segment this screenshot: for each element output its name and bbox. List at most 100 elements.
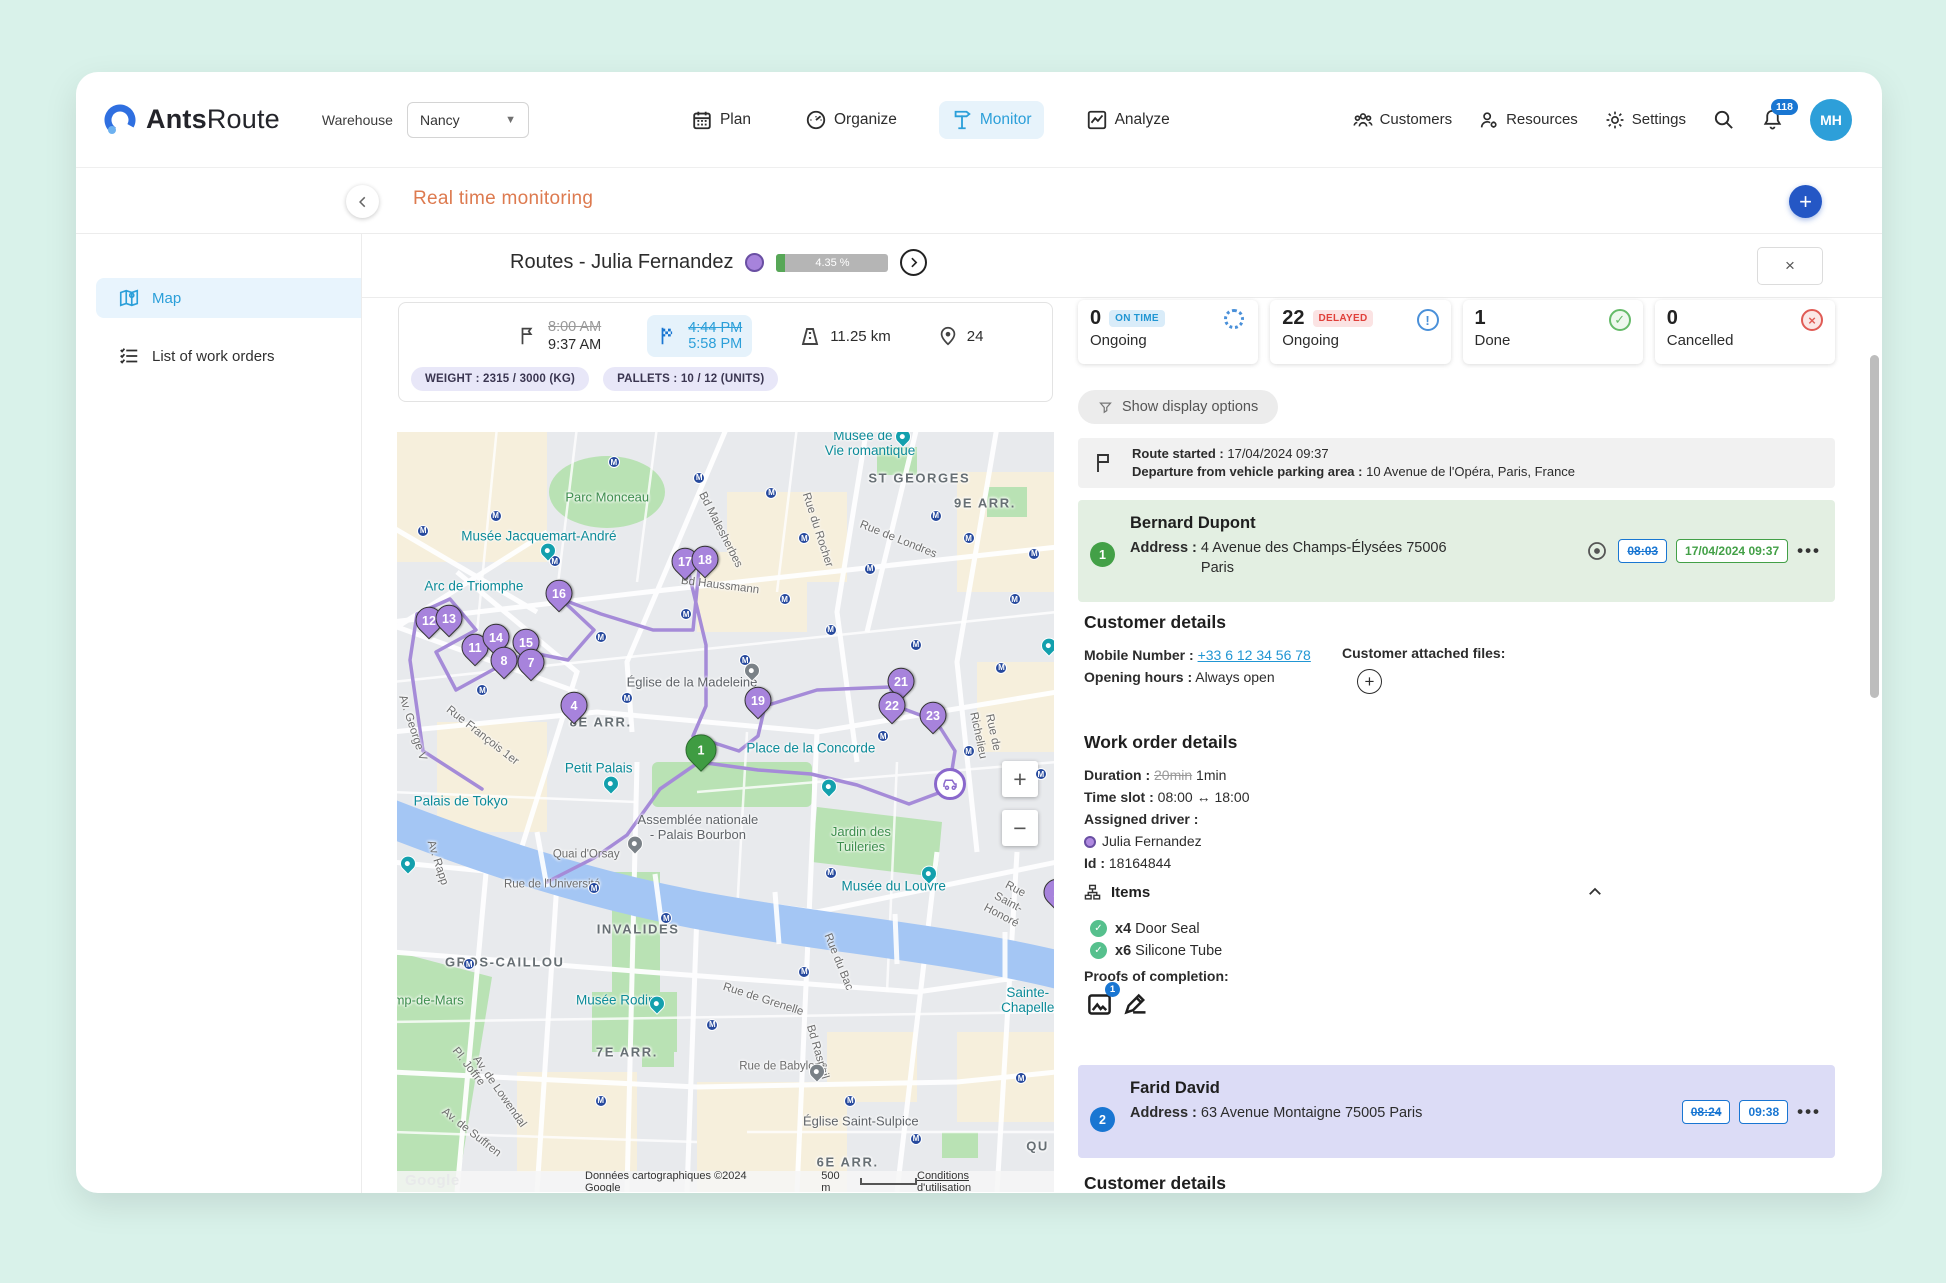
- item-row: ✓ x4 Door Seal: [1090, 920, 1200, 937]
- metro-icon: M: [463, 958, 475, 970]
- metro-icon: M: [963, 745, 975, 757]
- item-row: ✓ x6 Silicone Tube: [1090, 942, 1222, 959]
- map-canvas[interactable]: + − Google Données cartographiques ©2024…: [397, 432, 1054, 1192]
- start-planned: 8:00 AM: [548, 319, 601, 335]
- route-started-label: Route started :: [1132, 446, 1224, 461]
- cancel-circle-icon: ×: [1801, 309, 1825, 333]
- stop-menu-button[interactable]: •••: [1797, 1102, 1821, 1122]
- metro-icon: M: [1028, 548, 1040, 560]
- photo-count-badge: 1: [1105, 982, 1120, 997]
- signature-proof-button[interactable]: [1123, 991, 1150, 1018]
- back-button[interactable]: [346, 185, 379, 218]
- metro-icon: M: [864, 563, 876, 575]
- tab-analyze[interactable]: Analyze: [1074, 101, 1182, 139]
- map-terms-link[interactable]: Conditions d'utilisation: [917, 1170, 1024, 1193]
- zoom-in-button[interactable]: +: [1002, 761, 1038, 797]
- end-planned: 4:44 PM: [688, 320, 742, 336]
- metro-icon: M: [825, 624, 837, 636]
- antsroute-logo[interactable]: AntsRoute: [102, 102, 280, 138]
- search-button[interactable]: [1712, 108, 1735, 131]
- metro-icon: M: [595, 631, 607, 643]
- metro-icon: M: [706, 1019, 718, 1031]
- stop-address: 63 Avenue Montaigne 75005 Paris: [1201, 1103, 1422, 1123]
- stop-card-farid-david[interactable]: 2 Farid David Address : 63 Avenue Montai…: [1078, 1065, 1835, 1158]
- vehicle-marker[interactable]: [934, 768, 966, 800]
- metro-icon: M: [825, 867, 837, 879]
- start-times: 8:00 AM9:37 AM: [517, 318, 601, 354]
- panel-scrollbar[interactable]: [1870, 355, 1879, 698]
- stop-card-bernard-dupont[interactable]: 1 Bernard Dupont Address : 4 Avenue des …: [1078, 500, 1835, 602]
- signature-icon: [1123, 991, 1150, 1018]
- status-card-done[interactable]: 1 Done ✓: [1463, 300, 1643, 364]
- close-panel-button[interactable]: ×: [1757, 247, 1823, 285]
- collapse-items-button[interactable]: [1586, 883, 1604, 901]
- planned-time-badge: 08:24: [1682, 1100, 1731, 1124]
- assigned-driver-row: Julia Fernandez: [1084, 833, 1202, 849]
- metro-icon: M: [1015, 1072, 1027, 1084]
- stops-stat: 24: [937, 325, 984, 347]
- search-icon: [1712, 108, 1735, 131]
- tab-monitor[interactable]: Monitor: [939, 101, 1044, 139]
- tab-plan[interactable]: Plan: [679, 101, 763, 139]
- top-bar: AntsRoute Warehouse Nancy ▼ Plan Organiz…: [76, 72, 1882, 168]
- finish-flag-icon: [657, 325, 679, 347]
- nav-resources[interactable]: Resources: [1478, 109, 1578, 131]
- route-started-box: Route started : 17/04/2024 09:37 Departu…: [1078, 438, 1835, 488]
- departure-label: Departure from vehicle parking area :: [1132, 464, 1362, 479]
- chevron-right-icon: [907, 256, 920, 269]
- zoom-out-button[interactable]: −: [1002, 810, 1038, 846]
- checklist-icon: [118, 345, 140, 367]
- actual-time-badge: 17/04/2024 09:37: [1676, 539, 1788, 563]
- gauge-icon: [805, 109, 827, 131]
- map-scale-bar: [860, 1178, 917, 1185]
- work-order-heading: Work order details: [1084, 732, 1237, 753]
- target-icon[interactable]: [1585, 539, 1609, 563]
- status-card-ontime[interactable]: 0ON TIME Ongoing: [1078, 300, 1258, 364]
- departure-value: 10 Avenue de l'Opéra, Paris, France: [1366, 464, 1575, 479]
- utility-nav: Customers Resources Settings 118 MH: [1352, 99, 1852, 141]
- map-attribution: Données cartographiques ©2024 Google: [585, 1170, 781, 1193]
- eta-time-badge: 09:38: [1739, 1100, 1788, 1124]
- map-scale-label: 500 m: [821, 1170, 851, 1193]
- metro-icon: M: [595, 1095, 607, 1107]
- stop-number-badge: 1: [1090, 542, 1115, 567]
- chart-icon: [1086, 109, 1108, 131]
- mobile-number-row: Mobile Number : +33 6 12 34 56 78: [1084, 647, 1311, 663]
- next-route-button[interactable]: [900, 249, 927, 276]
- tab-organize[interactable]: Organize: [793, 101, 909, 139]
- notifications-button[interactable]: 118: [1761, 108, 1784, 131]
- metro-icon: M: [798, 966, 810, 978]
- status-card-cancelled[interactable]: 0 Cancelled ×: [1655, 300, 1835, 364]
- nav-settings[interactable]: Settings: [1604, 109, 1686, 131]
- customer-details-heading: Customer details: [1084, 612, 1226, 633]
- customer-details-heading-2: Customer details: [1084, 1173, 1226, 1193]
- metro-icon: M: [621, 692, 633, 704]
- distance-stat: 11.25 km: [798, 324, 891, 348]
- logo-icon: [102, 102, 138, 138]
- chevron-up-icon: [1586, 883, 1604, 901]
- metro-icon: M: [1009, 593, 1021, 605]
- add-file-button[interactable]: +: [1357, 669, 1382, 694]
- warehouse-select[interactable]: Nancy ▼: [407, 102, 529, 138]
- info-icon: !: [1417, 309, 1441, 333]
- stop-number-badge: 2: [1090, 1107, 1115, 1132]
- weight-badge: WEIGHT : 2315 / 3000 (KG): [411, 367, 589, 391]
- metro-icon: M: [680, 608, 692, 620]
- stop-menu-button[interactable]: •••: [1797, 541, 1821, 561]
- sidebar-item-map[interactable]: Map: [96, 278, 361, 318]
- status-card-delayed[interactable]: 22DELAYED Ongoing !: [1270, 300, 1450, 364]
- route-summary-card: 8:00 AM9:37 AM 4:44 PM5:58 PM 11.25 km: [398, 302, 1053, 402]
- avatar[interactable]: MH: [1810, 99, 1852, 141]
- proofs-label: Proofs of completion:: [1084, 968, 1229, 984]
- mobile-number-link[interactable]: +33 6 12 34 56 78: [1198, 647, 1311, 663]
- sidebar-item-work-orders[interactable]: List of work orders: [96, 336, 361, 376]
- add-button[interactable]: +: [1789, 185, 1822, 218]
- show-display-options-button[interactable]: Show display options: [1078, 390, 1278, 424]
- photo-proof-button[interactable]: 1: [1086, 991, 1113, 1018]
- main-nav: Plan Organize Monitor Analyze: [679, 101, 1182, 139]
- chevron-down-icon: ▼: [505, 114, 516, 126]
- flag-icon: [1092, 451, 1116, 475]
- sub-header: Real time monitoring +: [76, 168, 1882, 234]
- metro-icon: M: [963, 532, 975, 544]
- nav-customers[interactable]: Customers: [1352, 109, 1453, 131]
